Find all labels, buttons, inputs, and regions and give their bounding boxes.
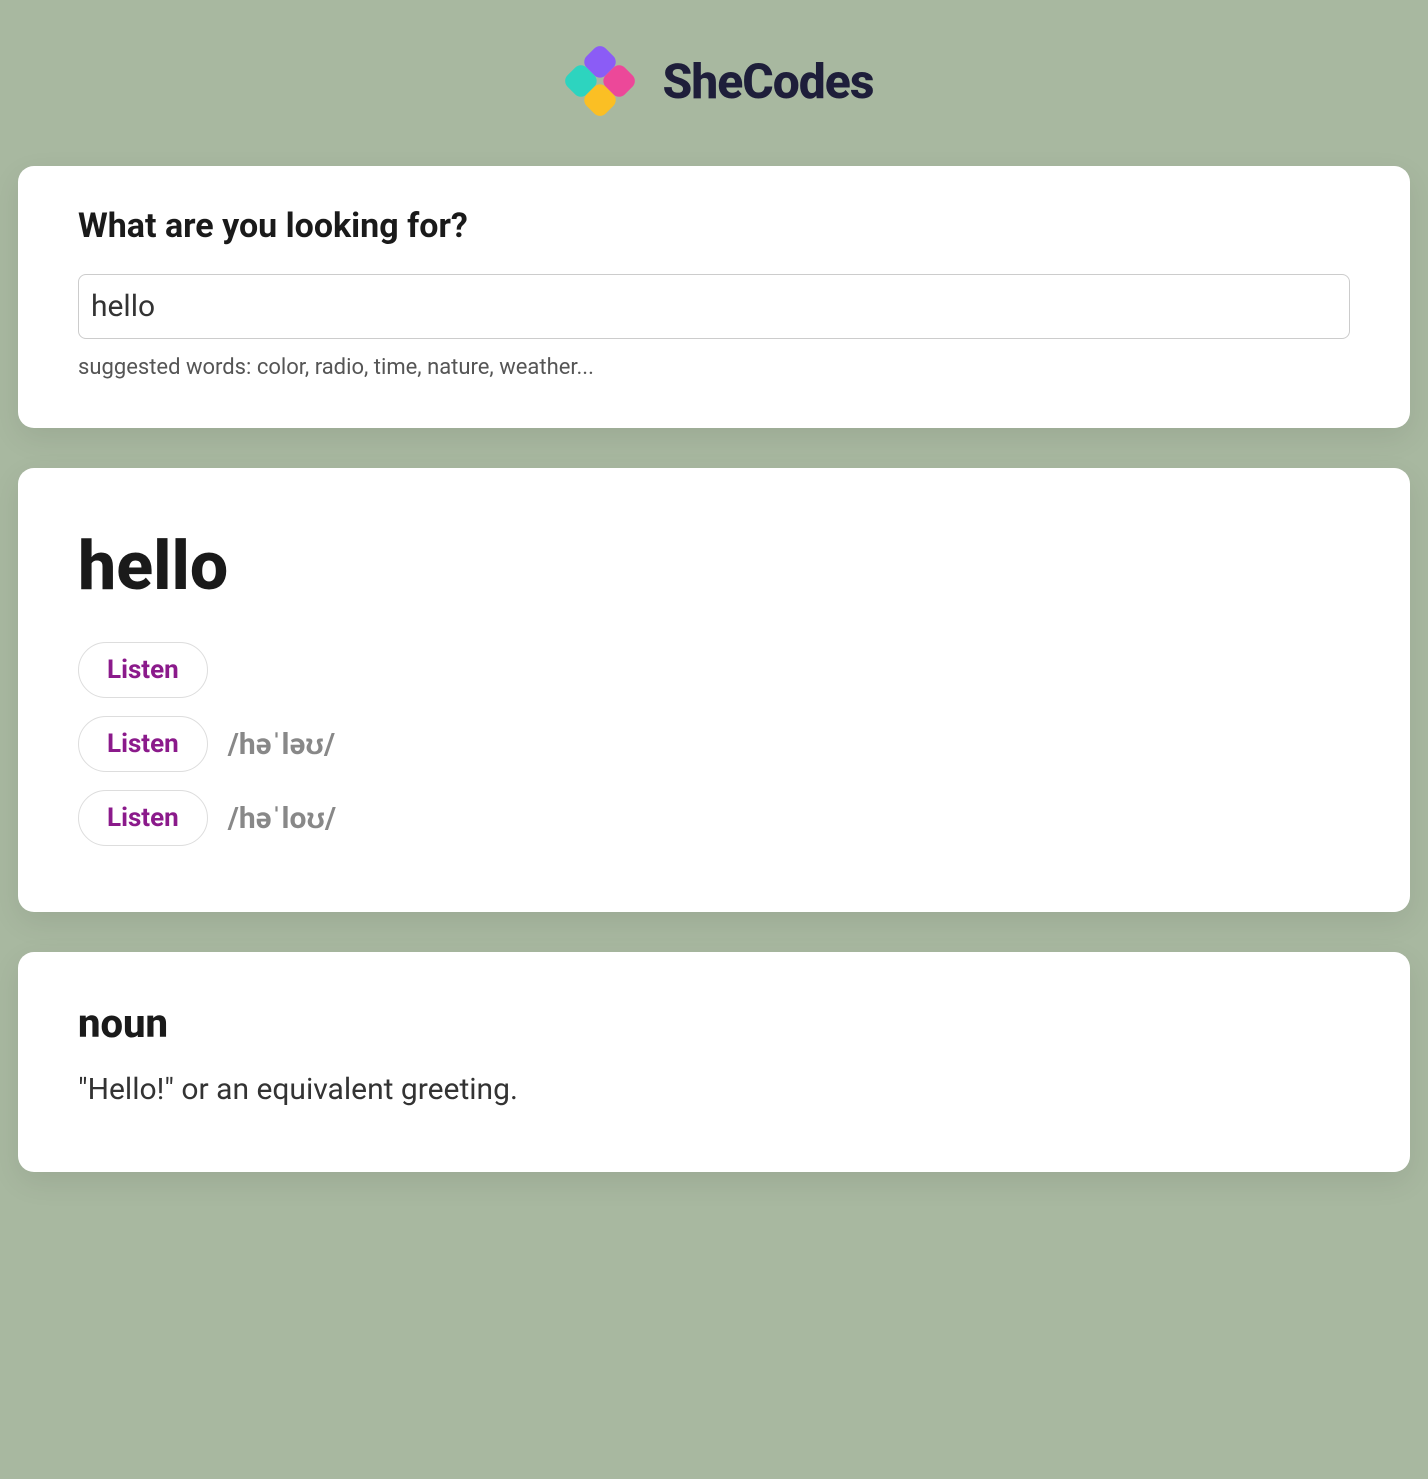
suggested-words: suggested words: color, radio, time, nat… bbox=[78, 355, 1350, 380]
result-word: hello bbox=[78, 526, 1350, 606]
phonetic-text: /həˈləʊ/ bbox=[228, 727, 335, 762]
phonetic-row: Listen /həˈloʊ/ bbox=[78, 790, 1350, 846]
phonetic-row: Listen bbox=[78, 642, 1350, 698]
phonetic-text: /həˈloʊ/ bbox=[228, 801, 336, 836]
listen-button[interactable]: Listen bbox=[78, 716, 208, 772]
brand-name: SheCodes bbox=[663, 53, 874, 110]
search-input[interactable] bbox=[78, 274, 1350, 339]
part-of-speech: noun bbox=[78, 1000, 1350, 1047]
phonetic-row: Listen /həˈləʊ/ bbox=[78, 716, 1350, 772]
definition-text: "Hello!" or an equivalent greeting. bbox=[78, 1067, 1350, 1112]
search-heading: What are you looking for? bbox=[78, 206, 1350, 246]
listen-button[interactable]: Listen bbox=[78, 790, 208, 846]
result-card: hello Listen Listen /həˈləʊ/ Listen /həˈ… bbox=[18, 468, 1410, 912]
phonetics-list: Listen Listen /həˈləʊ/ Listen /həˈloʊ/ bbox=[78, 642, 1350, 846]
brand-logo-icon bbox=[555, 36, 645, 126]
search-card: What are you looking for? suggested word… bbox=[18, 166, 1410, 428]
definition-card: noun "Hello!" or an equivalent greeting. bbox=[18, 952, 1410, 1172]
listen-button[interactable]: Listen bbox=[78, 642, 208, 698]
brand-header: SheCodes bbox=[18, 36, 1410, 126]
